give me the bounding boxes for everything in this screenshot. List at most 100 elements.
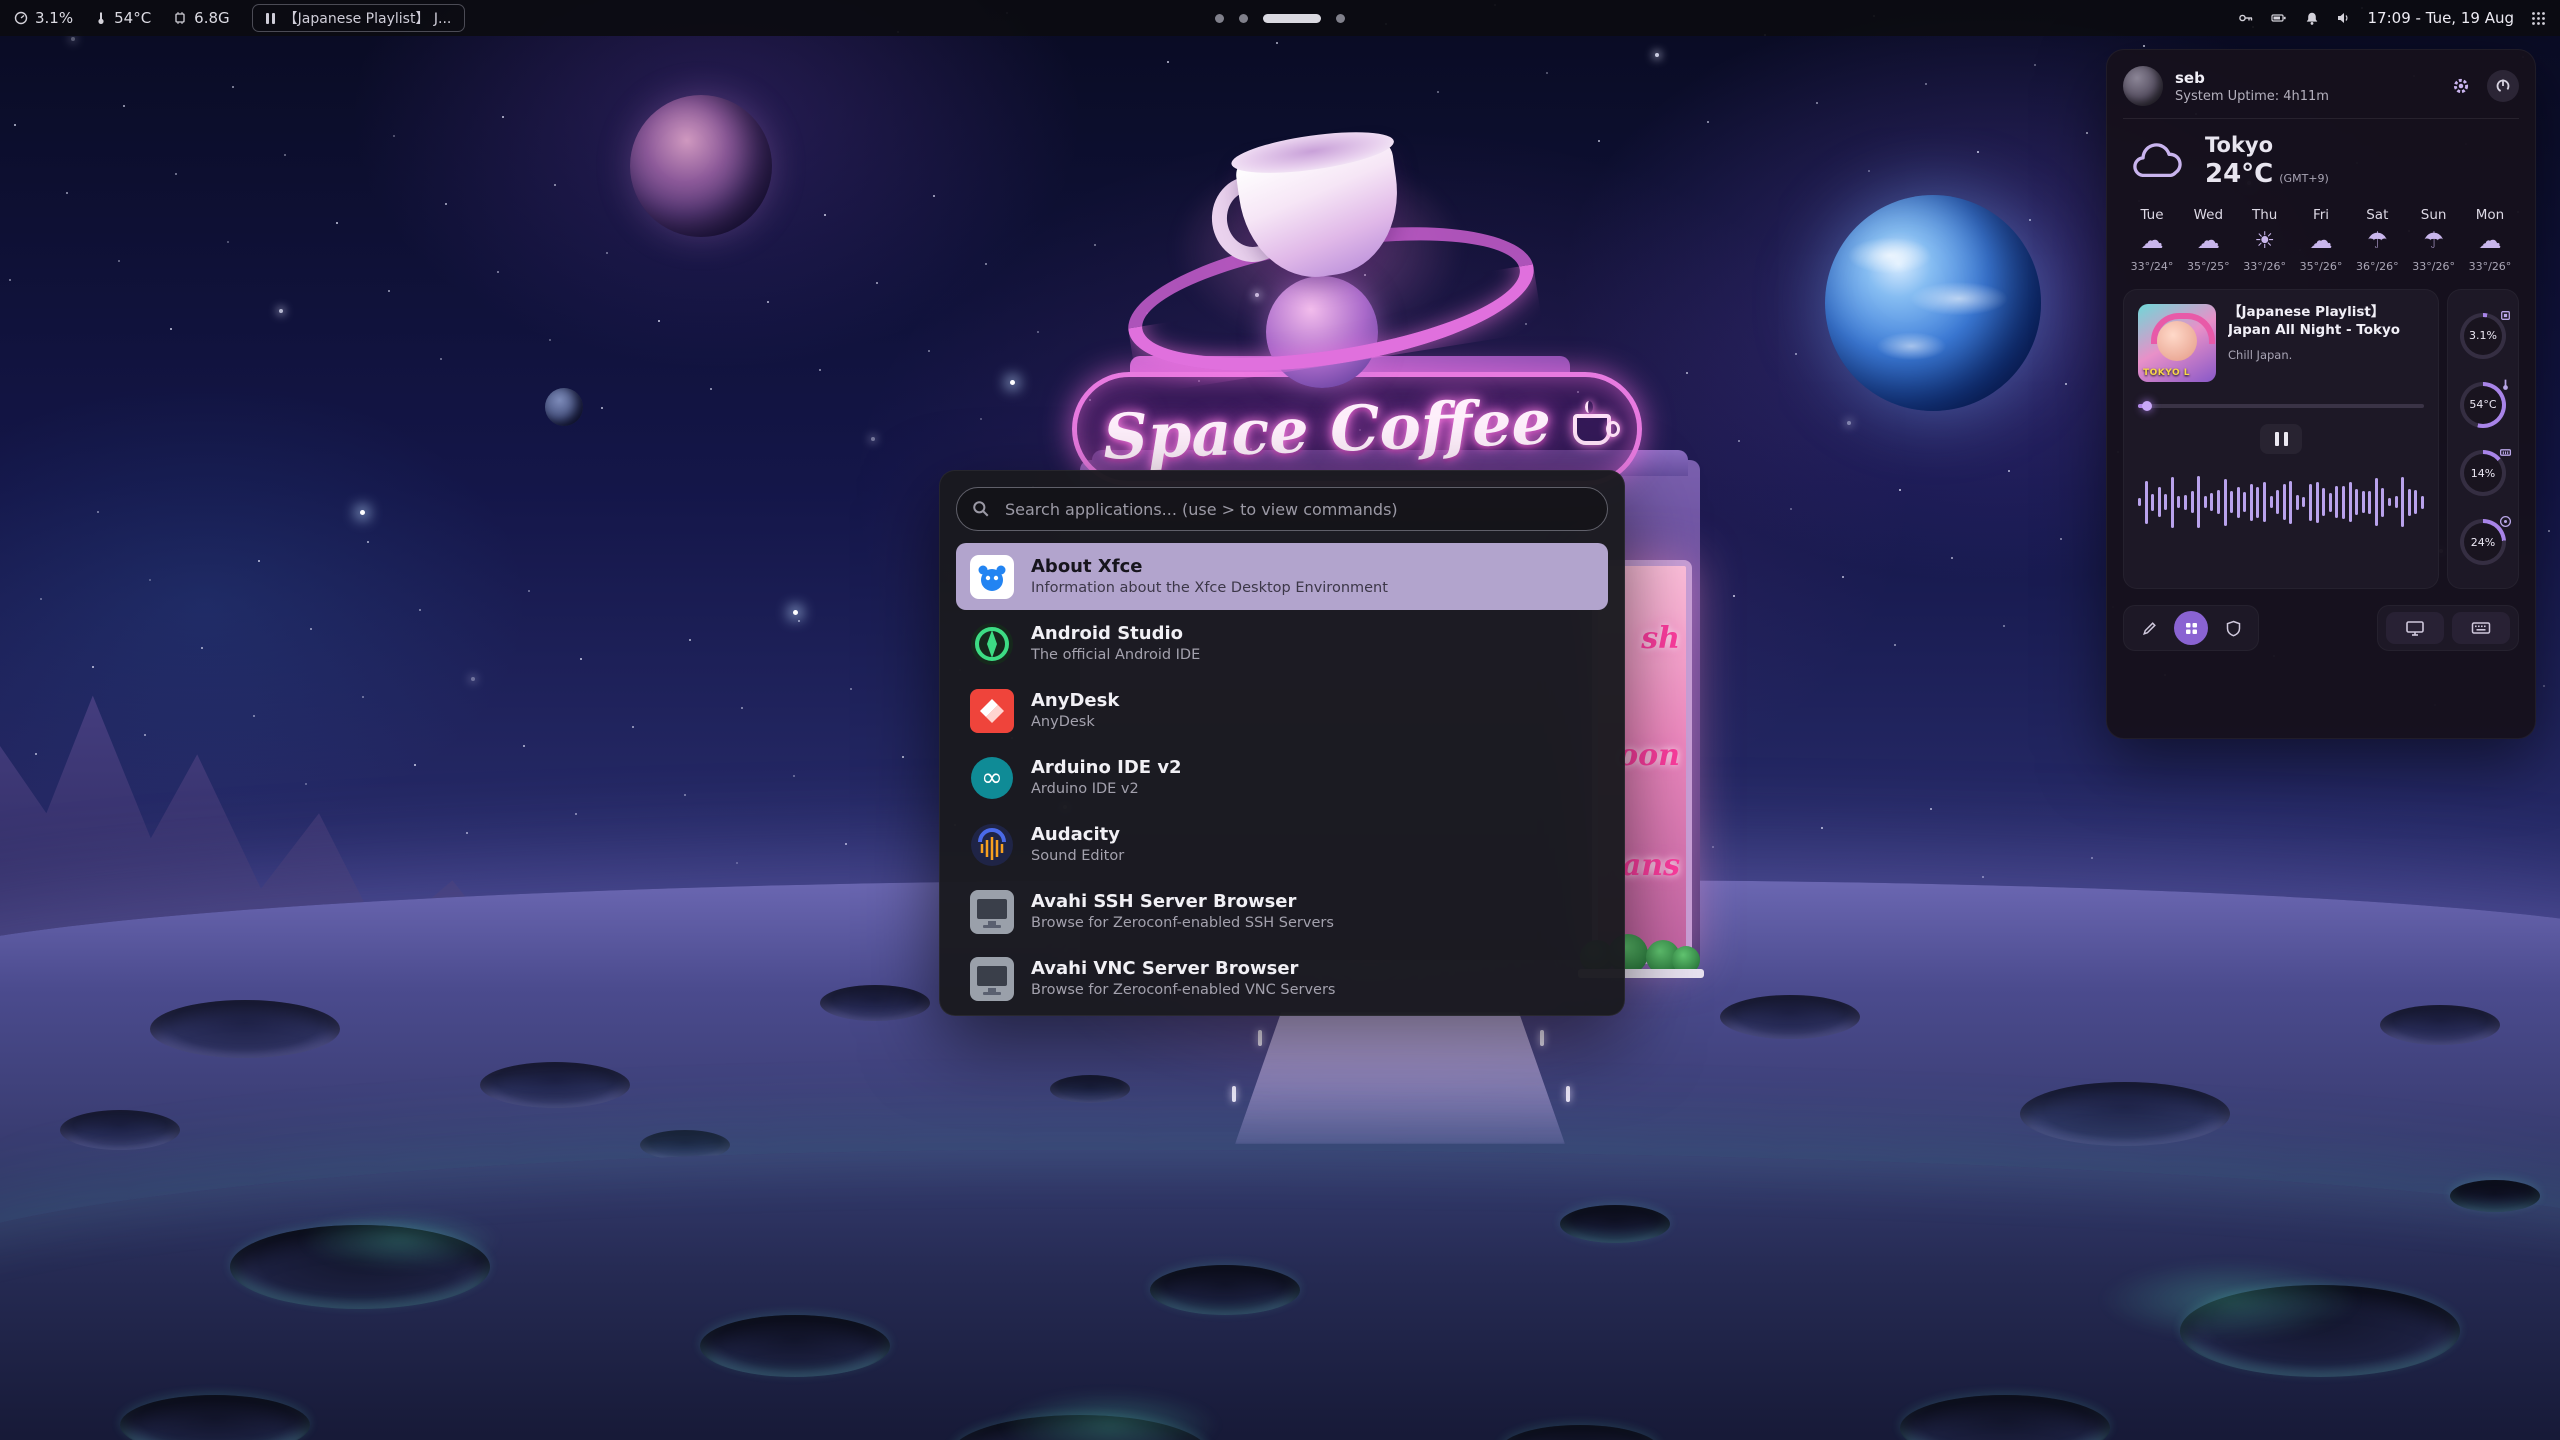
star [170, 328, 172, 330]
forecast-day-label: Sat [2366, 207, 2388, 223]
forecast-day-label: Thu [2252, 207, 2277, 223]
seek-bar[interactable] [2138, 404, 2424, 408]
visualizer-bar [2408, 489, 2411, 516]
svg-text:∞: ∞ [981, 763, 1003, 793]
star [258, 560, 260, 562]
space-coffee-sign: Space Coffee [1072, 372, 1642, 486]
star [502, 116, 504, 118]
crater [1560, 1205, 1670, 1243]
shield-tool-button[interactable] [2216, 611, 2250, 645]
cpu-indicator[interactable]: 3.1% [14, 9, 73, 27]
visualizer-bar [2224, 479, 2227, 526]
display-button[interactable] [2386, 612, 2444, 644]
launcher-app-row[interactable]: About Xfce Information about the Xfce De… [956, 543, 1608, 610]
visualizer-bar [2421, 496, 2424, 509]
workspace-dot-active[interactable] [1263, 14, 1321, 23]
star [2008, 470, 2010, 472]
keyboard-button[interactable] [2452, 612, 2510, 644]
bell-icon[interactable] [2304, 11, 2320, 26]
forecast-day-label: Fri [2313, 207, 2329, 223]
forecast-day: Thu ☀ 33°/26° [2238, 207, 2292, 273]
star [736, 862, 738, 864]
star [35, 753, 37, 755]
star [1842, 576, 1844, 578]
star [845, 843, 847, 845]
battery-icon[interactable] [2271, 11, 2287, 25]
speaker-icon[interactable] [2337, 11, 2351, 25]
neon-coffee-cup-icon [1573, 414, 1611, 445]
launcher-app-row[interactable]: AnyDesk AnyDesk [956, 677, 1608, 744]
weather-city: Tokyo [2205, 133, 2329, 157]
keyboard-icon [2471, 619, 2491, 637]
app-description: Arduino IDE v2 [1031, 781, 1182, 797]
star [279, 309, 283, 313]
search-input[interactable] [956, 487, 1608, 531]
memory-indicator[interactable]: 6.8G [173, 9, 229, 27]
power-button[interactable] [2487, 70, 2519, 102]
play-pause-button[interactable] [2260, 424, 2302, 454]
seek-bar-handle[interactable] [2142, 401, 2152, 411]
star [9, 279, 11, 281]
visualizer-bar [2197, 476, 2200, 528]
workspace-dot[interactable] [1215, 14, 1224, 23]
workspace-dot[interactable] [1336, 14, 1345, 23]
key-icon[interactable] [2238, 11, 2254, 25]
star [1868, 170, 1870, 172]
crater [1150, 1265, 1300, 1315]
power-icon [2495, 78, 2511, 94]
user-avatar[interactable] [2123, 66, 2163, 106]
launcher-app-row[interactable]: ∞ Arduino IDE v2 Arduino IDE v2 [956, 744, 1608, 811]
walkway-post [1540, 1030, 1544, 1046]
apps-tool-button[interactable] [2174, 611, 2208, 645]
visualizer-bar [2204, 496, 2207, 508]
panel-toolbar [2123, 605, 2519, 651]
crater [700, 1315, 890, 1377]
search-icon [972, 500, 990, 518]
star [419, 609, 421, 611]
forecast-day-label: Tue [2140, 207, 2163, 223]
earth [1825, 195, 2041, 411]
tool-group-right [2377, 605, 2519, 651]
visualizer-bar [2316, 482, 2319, 523]
visualizer-bar [2283, 484, 2286, 520]
temperature-indicator[interactable]: 54°C [95, 9, 151, 27]
workspace-dot[interactable] [1239, 14, 1248, 23]
star [388, 290, 390, 292]
launcher-app-row[interactable]: Android Studio The official Android IDE [956, 610, 1608, 677]
star [1982, 876, 1984, 878]
star [97, 511, 99, 513]
crater [820, 985, 930, 1021]
visualizer-bar [2151, 494, 2154, 511]
star [710, 388, 712, 390]
app-name: Avahi VNC Server Browser [1031, 959, 1335, 980]
settings-button[interactable] [2445, 70, 2477, 102]
launcher-app-row[interactable]: Avahi SSH Server Browser Browse for Zero… [956, 878, 1608, 945]
forecast-day-label: Sun [2421, 207, 2447, 223]
crater [60, 1110, 180, 1150]
edit-tool-button[interactable] [2132, 611, 2166, 645]
album-art[interactable]: TOKYO L [2138, 304, 2216, 382]
visualizer-bar [2263, 482, 2266, 522]
bright-star [1010, 380, 1015, 385]
app-grid-icon[interactable] [2531, 11, 2546, 26]
walkway-post [1258, 1030, 1262, 1046]
star [123, 105, 125, 107]
top-bar-right: 17:09 - Tue, 19 Aug [2238, 9, 2546, 27]
workspace-indicator [1215, 14, 1345, 23]
arduino-icon: ∞ [970, 756, 1014, 800]
star [1094, 244, 1096, 246]
launcher-app-row[interactable]: Audacity Sound Editor [956, 811, 1608, 878]
star [1707, 121, 1709, 123]
star [1037, 331, 1039, 333]
app-description: Information about the Xfce Desktop Envir… [1031, 580, 1388, 596]
weather-current: Tokyo 24°C (GMT+9) [2123, 131, 2519, 191]
launcher-app-row[interactable]: Avahi VNC Server Browser Browse for Zero… [956, 945, 1608, 1012]
now-playing-widget[interactable]: 【Japanese Playlist】 J... [252, 4, 466, 32]
visualizer-bar [2349, 482, 2352, 522]
star [71, 37, 75, 41]
weather-rain-icon: ☂ [2423, 230, 2444, 253]
crater [1720, 995, 1860, 1039]
visualizer-bar [2395, 496, 2398, 508]
forecast-temps: 35°/25° [2187, 260, 2230, 273]
clock[interactable]: 17:09 - Tue, 19 Aug [2368, 9, 2514, 27]
